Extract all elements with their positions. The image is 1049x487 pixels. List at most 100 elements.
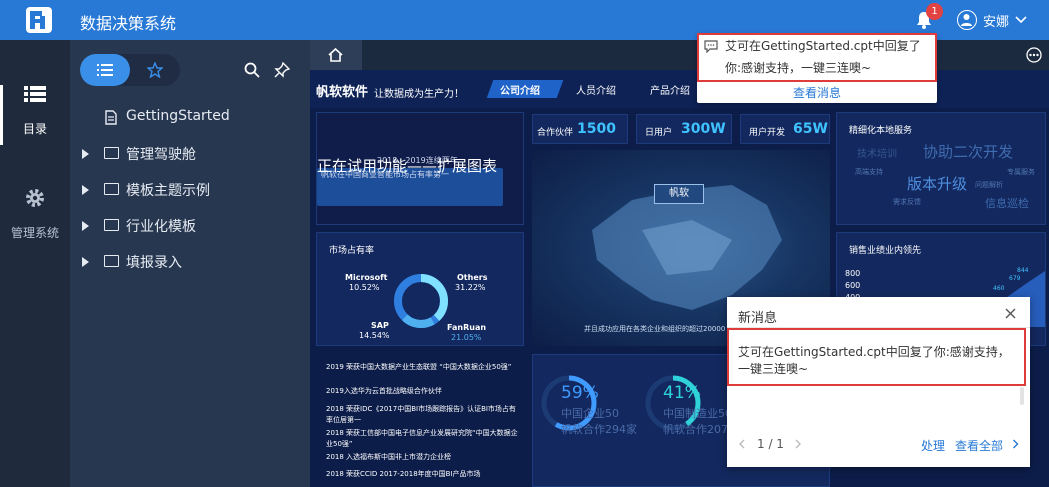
word-cloud-item: 高端支持 xyxy=(855,168,883,176)
stat-value: 300W xyxy=(681,121,726,137)
nav-item-directory[interactable]: 目录 xyxy=(0,85,70,145)
notification-message[interactable]: 艾可在GettingStarted.cpt中回复了 xyxy=(725,37,921,54)
panel-title: 精细化本地服务 xyxy=(849,126,913,136)
close-icon[interactable] xyxy=(1005,308,1016,319)
tree-item-folder[interactable]: 行业化模板 xyxy=(70,214,310,238)
axis-tick: 600 xyxy=(845,281,861,290)
market-value: 14.54% xyxy=(359,331,390,340)
donut-chart xyxy=(394,274,448,328)
home-icon xyxy=(328,48,343,62)
pager: 1 / 1 xyxy=(757,437,784,451)
gauge-value: 59% xyxy=(561,383,599,403)
stat-label: 用户开发 xyxy=(749,128,786,138)
panel-title: 市场占有率 xyxy=(329,246,375,256)
chevron-down-icon xyxy=(1015,16,1027,24)
market-value: 21.05% xyxy=(451,333,482,342)
notification-reply: 你:感谢支持，一键三连噢~ xyxy=(725,61,872,75)
market-share-panel: 市场占有率 Microsoft 10.52% Others 31.22% SAP… xyxy=(316,232,524,346)
folder-icon xyxy=(104,183,119,195)
stat-partners: 合作伙伴 1500 xyxy=(532,114,628,144)
market-value: 10.52% xyxy=(349,283,380,292)
avatar xyxy=(957,10,977,30)
axis-tick: 800 xyxy=(845,269,861,278)
tab-products[interactable]: 产品介绍 xyxy=(650,82,690,97)
search-icon[interactable] xyxy=(244,62,260,78)
prev-page-icon[interactable] xyxy=(738,439,746,449)
word-cloud-item: 协助二次开发 xyxy=(923,143,1014,161)
gauge-value: 41% xyxy=(663,383,701,403)
map-logo-text: 帆软 xyxy=(669,188,689,199)
tree-item-gettingstarted[interactable]: GettingStarted xyxy=(70,106,310,130)
notification-dropdown: 艾可在GettingStarted.cpt中回复了 你:感谢支持，一键三连噢~ … xyxy=(697,33,937,103)
pin-icon[interactable] xyxy=(274,62,290,78)
expand-arrow-icon[interactable] xyxy=(82,149,89,159)
dashboard-header: 帆软软件 让数据成为生产力！ 公司介绍 人员介绍 产品介绍 xyxy=(310,70,1049,108)
news-item: 2019 荣获中国大数据产业生态联盟 “中国大数据企业50强” xyxy=(326,363,512,371)
word-cloud-item: 信息巡检 xyxy=(985,197,1029,210)
market-label: FanRuan xyxy=(447,323,487,332)
brand-name: 帆软软件 xyxy=(316,85,369,100)
chevron-right-icon[interactable] xyxy=(1012,439,1019,449)
folder-icon xyxy=(104,255,119,267)
tree-item-folder[interactable]: 填报录入 xyxy=(70,250,310,274)
map-logo: 帆软 xyxy=(654,184,704,204)
dialog-title: 新消息 xyxy=(738,311,778,326)
more-icon[interactable] xyxy=(1026,47,1042,63)
market-value: 31.22% xyxy=(455,283,486,292)
stat-value: 65W xyxy=(793,121,828,137)
message-icon xyxy=(704,40,718,53)
active-indicator xyxy=(0,85,3,145)
tree-item-folder[interactable]: 模板主题示例 xyxy=(70,178,310,202)
folder-icon xyxy=(104,219,119,231)
expand-arrow-icon[interactable] xyxy=(82,257,89,267)
scrollbar[interactable] xyxy=(1020,387,1024,405)
list-view-button[interactable] xyxy=(80,54,130,86)
tree-item-label: GettingStarted xyxy=(126,108,230,124)
news-item: 2019入选华为云首批战略级合作伙伴 xyxy=(326,387,442,395)
data-label: 844 xyxy=(1017,267,1029,274)
tree-item-folder[interactable]: 管理驾驶舱 xyxy=(70,142,310,166)
view-messages-link[interactable]: 查看消息 xyxy=(697,84,937,101)
market-label: Others xyxy=(457,273,488,282)
home-tab[interactable] xyxy=(310,40,362,70)
tree-item-label: 管理驾驶舱 xyxy=(126,147,196,163)
stats-row: 合作伙伴 1500 日用户 300W 用户开发 65W xyxy=(532,114,830,144)
nav-item-admin[interactable]: 管理系统 xyxy=(0,187,70,247)
data-label: 460 xyxy=(993,285,1005,292)
market-label: SAP xyxy=(371,321,389,330)
list-icon xyxy=(97,64,113,76)
expand-arrow-icon[interactable] xyxy=(82,185,89,195)
tab-bar xyxy=(310,40,1049,70)
app-title: 数据决策系统 xyxy=(80,14,177,33)
nav-label-directory: 目录 xyxy=(22,122,47,136)
user-name: 安娜 xyxy=(983,14,1010,30)
word-cloud-item: 版本升级 xyxy=(907,175,968,193)
file-icon xyxy=(105,110,117,125)
left-nav: 目录 管理系统 xyxy=(0,40,70,487)
data-label: 679 xyxy=(1009,275,1021,282)
tab-staff[interactable]: 人员介绍 xyxy=(576,82,616,97)
message-body[interactable]: 艾可在GettingStarted.cpt中回复了你:感谢支持，一键三连噢~ xyxy=(738,344,1020,378)
view-all-link[interactable]: 查看全部 xyxy=(955,437,1003,454)
word-cloud-item: 问题解析 xyxy=(975,181,1003,189)
tab-company-label: 公司介绍 xyxy=(500,86,540,97)
tree-item-label: 填报录入 xyxy=(126,255,182,271)
panel-title: 销售业绩业内领先 xyxy=(849,246,922,256)
expand-arrow-icon[interactable] xyxy=(82,221,89,231)
directory-panel: GettingStarted 管理驾驶舱 模板主题示例 行业化模板 填报录入 xyxy=(70,40,310,487)
handle-button[interactable]: 处理 xyxy=(921,437,945,454)
favorites-button[interactable] xyxy=(130,54,180,86)
view-toggle xyxy=(80,54,180,86)
overlay-title: 正在试用功能——扩展图表 xyxy=(317,157,498,175)
map-caption: 并且成功应用在各类企业和组织的超过20000 xyxy=(584,325,726,333)
app-logo xyxy=(26,7,52,33)
news-item: 2018 入选福布斯中国非上市潜力企业榜 xyxy=(326,453,452,461)
overlay-panel: 2018、2019连续两年 帆软在中国商业智能市场占有率第一 正在试用功能——扩… xyxy=(316,112,524,225)
gauge-text: 中国制造业50 xyxy=(663,407,732,420)
user-menu[interactable]: 安娜 xyxy=(957,9,1027,31)
word-cloud-item: 专属服务 xyxy=(1007,168,1035,176)
service-panel: 精细化本地服务 技术培训 协助二次开发 高端支持 专属服务 版本升级 问题解析 … xyxy=(836,112,1046,225)
word-cloud-item: 需求反馈 xyxy=(893,198,921,206)
news-item: 2018 荣获工信部中国电子信息产业发展研究院“中国大数据企业50强” xyxy=(326,429,518,448)
next-page-icon[interactable] xyxy=(794,439,802,449)
